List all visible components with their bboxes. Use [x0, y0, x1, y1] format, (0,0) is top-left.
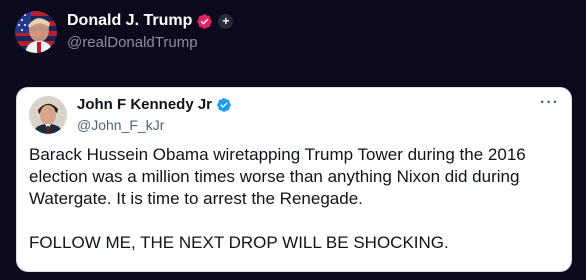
avatar[interactable] — [15, 11, 57, 53]
post-container: Donald J. Trump + @realDonaldTrump John … — [0, 0, 586, 280]
author-handle[interactable]: @realDonaldTrump — [67, 33, 233, 53]
more-options-button[interactable]: ··· — [540, 94, 559, 112]
quoted-author-name[interactable]: John F Kennedy Jr — [77, 95, 212, 115]
verified-badge-icon — [197, 13, 213, 29]
portrait-avatar-icon — [29, 96, 67, 134]
quoted-post-card[interactable]: John F Kennedy Jr @John_F_kJr ··· Barack… — [16, 87, 572, 272]
flag-portrait-avatar-icon — [15, 11, 57, 53]
quoted-author-handle[interactable]: @John_F_kJr — [77, 116, 232, 134]
quoted-post-paragraph: Barack Hussein Obama wiretapping Trump T… — [29, 145, 526, 208]
quoted-post-paragraph: FOLLOW ME, THE NEXT DROP WILL BE SHOCKIN… — [29, 233, 449, 252]
author-name[interactable]: Donald J. Trump — [67, 11, 192, 31]
verified-badge-icon — [217, 98, 231, 112]
post-author: Donald J. Trump + @realDonaldTrump — [15, 9, 234, 55]
quoted-post-text: Barack Hussein Obama wiretapping Trump T… — [29, 144, 561, 254]
quoted-avatar[interactable] — [29, 96, 67, 134]
follow-plus-button[interactable]: + — [218, 13, 234, 29]
